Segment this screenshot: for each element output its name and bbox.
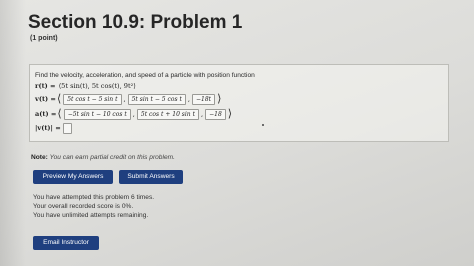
velocity-row: v(t) = ⟨ 5t cos t − 5 sin t , 5t sin t −… xyxy=(35,93,222,105)
note-text: You can earn partial credit on this prob… xyxy=(49,154,175,161)
position-row: r(t) = ⟨5t sin(t), 5t cos(t), 9t²⟩ xyxy=(35,80,136,92)
comma: , xyxy=(200,110,204,118)
right-angle-bracket: ⟩ xyxy=(217,92,222,105)
cursor-dot xyxy=(262,124,264,126)
comma: , xyxy=(132,110,135,118)
velocity-label: v(t) = xyxy=(35,95,56,103)
acceleration-label: a(t) = xyxy=(35,110,57,118)
acceleration-x-input[interactable]: −5t sin t − 10 cos t xyxy=(63,108,131,120)
score-text: Your overall recorded score is 0%. xyxy=(33,203,134,210)
page-title: Section 10.9: Problem 1 xyxy=(28,12,243,33)
note-label: Note: xyxy=(31,154,48,161)
position-value: ⟨5t sin(t), 5t cos(t), 9t²⟩ xyxy=(58,82,136,90)
email-instructor-button[interactable]: Email Instructor xyxy=(33,236,99,250)
position-label: r(t) = xyxy=(35,82,56,90)
speed-row: |v(t)| = xyxy=(35,122,73,134)
submit-answers-button[interactable]: Submit Answers xyxy=(119,170,183,184)
velocity-y-input[interactable]: 5t sin t − 5 cos t xyxy=(127,93,186,105)
velocity-z-input[interactable]: −18t xyxy=(191,93,216,105)
points-label: (1 point) xyxy=(30,35,58,42)
velocity-x-input[interactable]: 5t cos t − 5 sin t xyxy=(63,93,122,105)
acceleration-row: a(t) = ⟨ −5t sin t − 10 cos t , 5t cos t… xyxy=(35,108,233,120)
comma: , xyxy=(123,95,126,103)
problem-prompt: Find the velocity, acceleration, and spe… xyxy=(35,72,255,79)
speed-input[interactable] xyxy=(62,122,72,134)
partial-credit-note: Note: You can earn partial credit on thi… xyxy=(31,154,175,161)
speed-label: |v(t)| = xyxy=(35,124,61,132)
left-angle-bracket: ⟨ xyxy=(56,92,62,105)
preview-answers-button[interactable]: Preview My Answers xyxy=(33,170,113,184)
attempts-text: You have attempted this problem 6 times. xyxy=(33,194,155,201)
acceleration-z-input[interactable]: −18 xyxy=(205,108,226,120)
remaining-attempts-text: You have unlimited attempts remaining. xyxy=(33,212,149,219)
left-angle-bracket: ⟨ xyxy=(57,107,62,120)
acceleration-y-input[interactable]: 5t cos t + 10 sin t xyxy=(136,108,199,120)
comma: , xyxy=(187,95,190,103)
right-angle-bracket: ⟩ xyxy=(227,107,233,120)
